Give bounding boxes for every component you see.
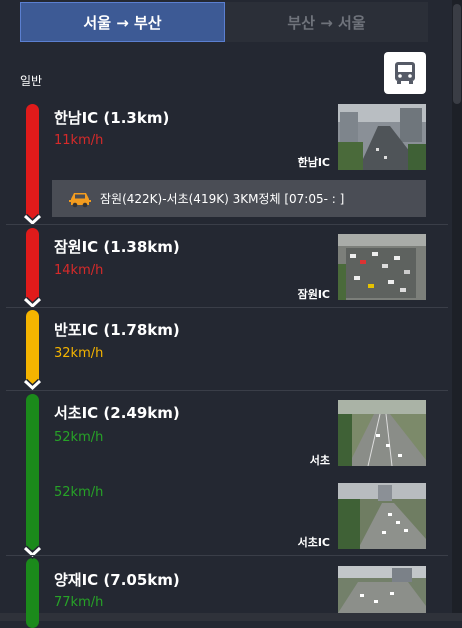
cctv-thumbnail[interactable] <box>338 400 426 466</box>
cctv-label: 서초 <box>309 454 330 467</box>
bus-icon <box>395 62 415 84</box>
ic-name[interactable]: 잠원IC (1.38km) <box>54 236 180 257</box>
ic-name[interactable]: 한남IC (1.3km) <box>54 107 169 128</box>
speed-value: 32km/h <box>54 346 104 361</box>
cctv-thumbnail[interactable] <box>338 483 426 549</box>
status-bar-green <box>26 558 39 628</box>
cctv-thumbnail[interactable] <box>338 104 426 170</box>
status-bar-red <box>26 104 39 222</box>
speed-value: 11km/h <box>54 133 104 148</box>
cctv-thumbnail[interactable] <box>338 566 426 613</box>
alert-text: 잠원(422K)-서초(419K) 3KM정체 [07:05- : ] <box>100 192 345 206</box>
divider <box>6 390 448 391</box>
tab-seoul-to-busan[interactable]: 서울 → 부산 <box>20 2 225 42</box>
divider <box>6 224 448 225</box>
status-bar-green <box>26 394 39 550</box>
speed-value: 52km/h <box>54 485 104 500</box>
status-bar-yellow <box>26 310 39 386</box>
horizontal-scrollbar[interactable] <box>0 613 462 621</box>
scrollbar-thumb[interactable] <box>453 4 461 104</box>
direction-tabs: 서울 → 부산 부산 → 서울 <box>20 2 428 42</box>
cctv-label: 한남IC <box>297 156 330 169</box>
cctv-thumbnail[interactable] <box>338 234 426 300</box>
divider <box>6 555 448 556</box>
section-label: 일반 <box>20 74 43 88</box>
ic-name[interactable]: 양재IC (7.05km) <box>54 569 180 590</box>
cctv-label: 서초IC <box>297 536 330 549</box>
speed-value: 52km/h <box>54 430 104 445</box>
congestion-alert[interactable]: 잠원(422K)-서초(419K) 3KM정체 [07:05- : ] <box>52 180 426 217</box>
car-accident-icon <box>69 192 91 207</box>
ic-name[interactable]: 서초IC (2.49km) <box>54 402 180 423</box>
bus-button[interactable] <box>384 52 426 94</box>
status-bar-red <box>26 228 39 304</box>
speed-value: 77km/h <box>54 595 104 610</box>
tab-busan-to-seoul[interactable]: 부산 → 서울 <box>225 2 428 42</box>
cctv-label: 잠원IC <box>297 288 330 301</box>
vertical-scrollbar[interactable] <box>452 0 462 621</box>
chevron-down-icon <box>22 545 43 559</box>
speed-value: 14km/h <box>54 263 104 278</box>
divider <box>6 307 448 308</box>
ic-name[interactable]: 반포IC (1.78km) <box>54 319 180 340</box>
